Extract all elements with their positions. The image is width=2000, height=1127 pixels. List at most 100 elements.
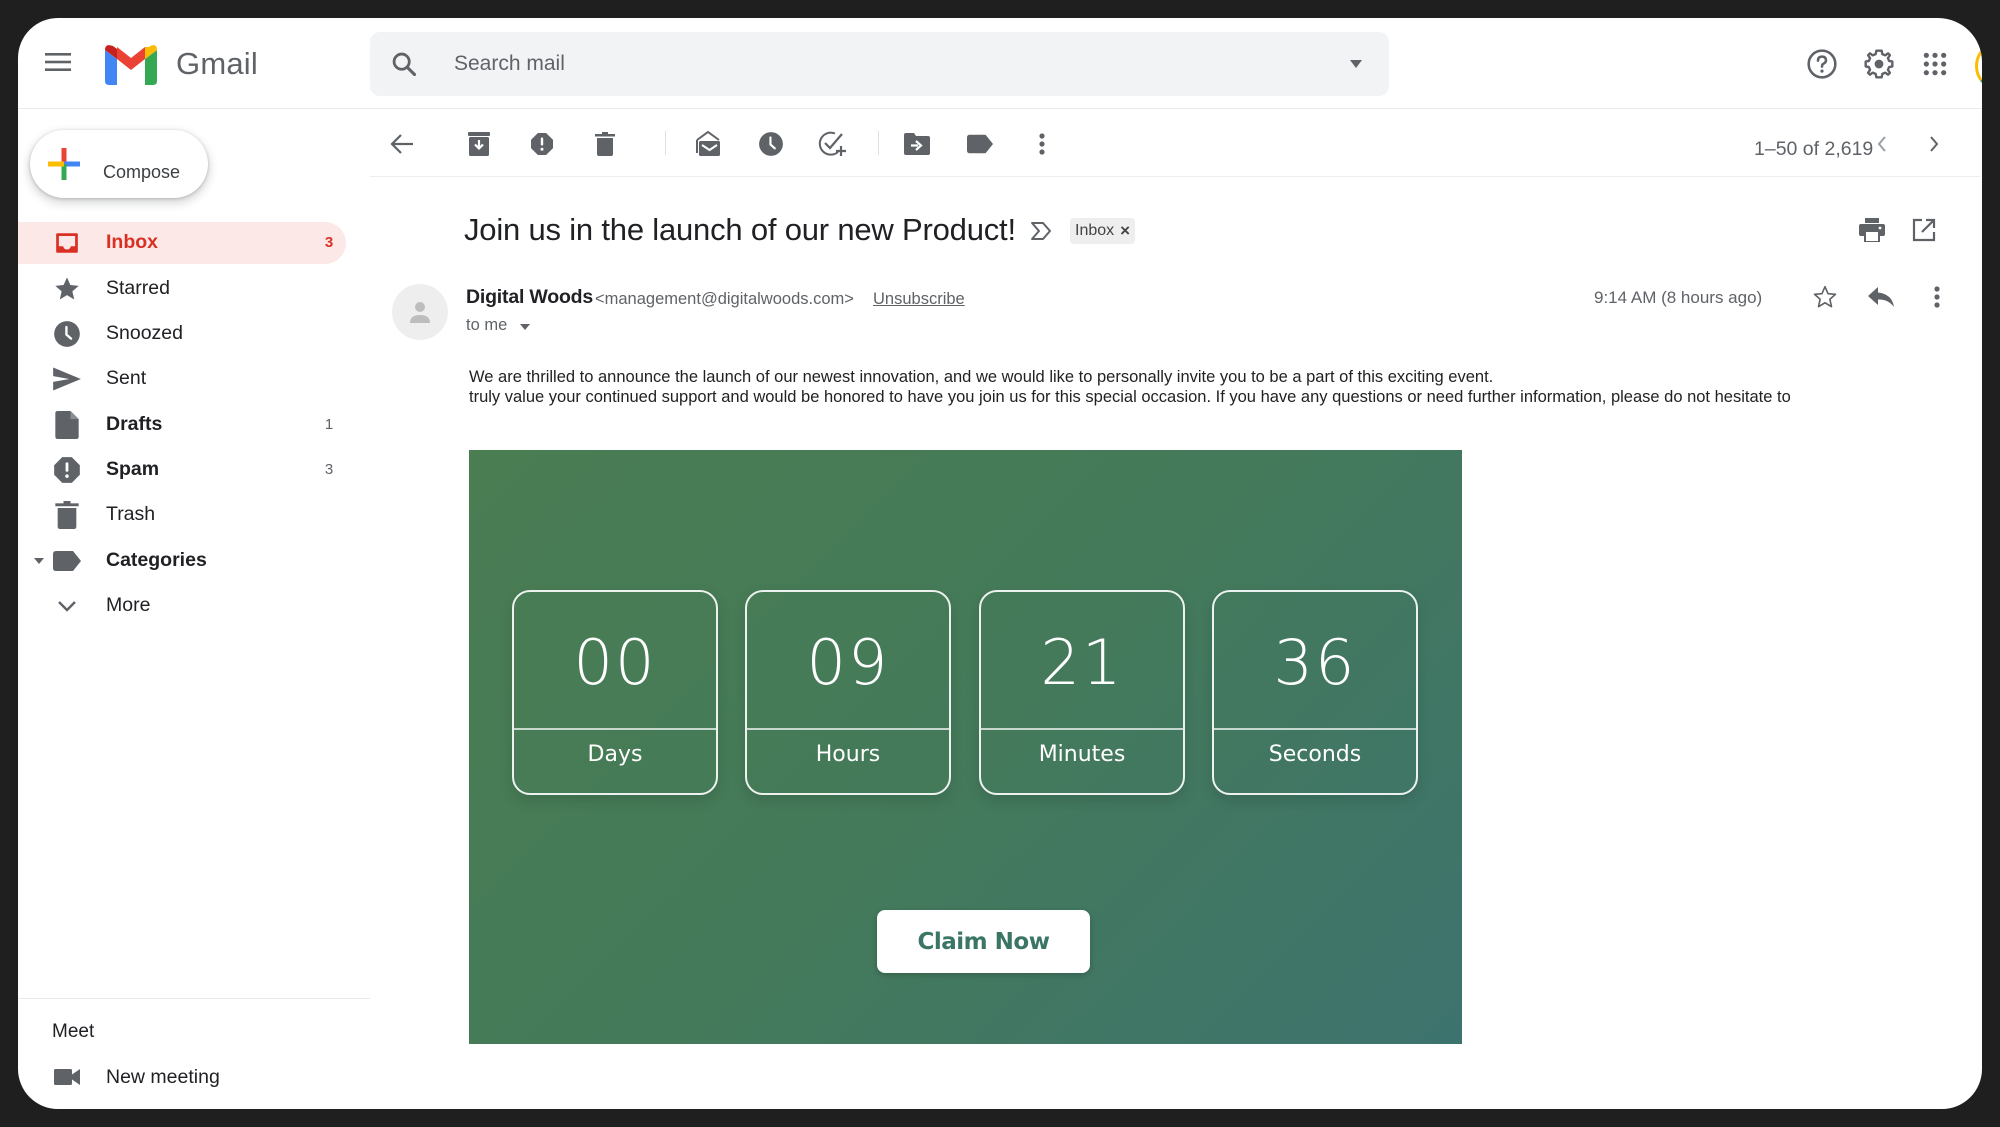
label-chip-inbox: Inbox × <box>1070 218 1136 244</box>
label-icon <box>52 546 82 576</box>
open-in-new-window-button[interactable] <box>1906 212 1942 248</box>
star-button[interactable] <box>1808 280 1842 314</box>
report-spam-button[interactable] <box>524 126 560 162</box>
search-options-button[interactable] <box>1342 50 1370 78</box>
gmail-wordmark: Gmail <box>176 46 258 81</box>
sidebar-item-label: More <box>106 594 151 616</box>
countdown-divider <box>981 728 1183 730</box>
caret-down-icon <box>519 316 530 335</box>
print-all-button[interactable] <box>1854 212 1890 248</box>
chevron-down-icon <box>52 591 82 621</box>
printer-icon <box>1859 218 1885 242</box>
inbox-icon <box>52 228 82 258</box>
recipient-details-toggle[interactable]: to me <box>466 316 530 335</box>
archive-button[interactable] <box>461 126 497 162</box>
email-body-line: We are thrilled to announce the launch o… <box>469 368 1494 386</box>
chevron-left-icon <box>1877 136 1887 152</box>
sidebar-item-label: Spam <box>106 458 160 480</box>
countdown-banner: 00 Days 09 Hours 21 Minutes 36 Seconds C… <box>469 450 1462 1044</box>
compose-plus-icon <box>46 146 82 182</box>
label-icon <box>967 134 993 154</box>
settings-button[interactable] <box>1861 46 1897 82</box>
support-button[interactable] <box>1804 46 1840 82</box>
countdown-divider <box>514 728 716 730</box>
account-avatar[interactable] <box>1975 46 1982 86</box>
back-button[interactable] <box>384 126 420 162</box>
claim-now-button[interactable]: Claim Now <box>877 910 1090 973</box>
countdown-hours: 09 Hours <box>745 590 951 795</box>
compose-label: Compose <box>103 162 181 182</box>
gmail-logo[interactable] <box>104 44 158 86</box>
gmail-window: Gmail Search mail Compose Inbox 3 Starre… <box>18 18 1982 1109</box>
search-button[interactable] <box>388 48 420 80</box>
sidebar-item-label: Trash <box>106 503 156 525</box>
reply-button[interactable] <box>1864 280 1898 314</box>
countdown-label: Seconds <box>1268 742 1362 767</box>
more-actions-button[interactable] <box>1024 126 1060 162</box>
countdown-divider <box>1214 728 1416 730</box>
importance-marker-icon <box>1030 221 1052 241</box>
move-to-button[interactable] <box>899 126 935 162</box>
mark-unread-icon <box>695 131 721 157</box>
sidebar-item-count: 1 <box>324 416 334 433</box>
star-icon <box>52 274 82 304</box>
new-meeting-label: New meeting <box>106 1066 220 1088</box>
message-more-button[interactable] <box>1920 280 1954 314</box>
chevron-right-icon <box>1929 136 1939 152</box>
toolbar-divider <box>370 176 1980 177</box>
hamburger-menu-icon <box>45 52 71 72</box>
mark-unread-button[interactable] <box>690 126 726 162</box>
countdown-seconds: 36 Seconds <box>1212 590 1418 795</box>
main-menu-button[interactable] <box>40 44 76 80</box>
countdown-days: 00 Days <box>512 590 718 795</box>
email-subject: Join us in the launch of our new Product… <box>464 212 1016 247</box>
labels-button[interactable] <box>962 126 998 162</box>
more-vertical-icon <box>1934 286 1940 308</box>
unsubscribe-link[interactable]: Unsubscribe <box>873 290 965 309</box>
sidebar-item-label: Inbox <box>106 231 158 253</box>
expand-categories-icon[interactable] <box>32 554 46 568</box>
countdown-label: Days <box>587 742 643 767</box>
sender-email: <management@digitalwoods.com> <box>595 290 854 308</box>
gmail-logo-icon <box>105 45 157 85</box>
search-input[interactable]: Search mail <box>454 52 565 76</box>
sidebar-item-label: Categories <box>106 549 207 571</box>
email-body-line: truly value your continued support and w… <box>469 388 1791 406</box>
pagination-label: 1–50 of 2,619 <box>1754 138 1874 160</box>
snooze-button[interactable] <box>753 126 789 162</box>
video-camera-icon <box>52 1062 82 1092</box>
help-icon <box>1806 48 1838 80</box>
remove-label-button[interactable]: × <box>1120 221 1130 241</box>
sidebar-item-count: 3 <box>324 234 334 251</box>
sidebar-item-label: Drafts <box>106 413 163 435</box>
newer-button[interactable] <box>1870 132 1894 156</box>
add-to-tasks-button[interactable] <box>815 126 851 162</box>
google-apps-button[interactable] <box>1917 46 1953 82</box>
countdown-minutes: 21 Minutes <box>979 590 1185 795</box>
spam-icon <box>52 455 82 485</box>
sidebar-item-label: Starred <box>106 277 170 299</box>
clock-icon <box>52 319 82 349</box>
search-icon <box>390 50 418 78</box>
add-task-icon <box>818 130 848 158</box>
arrow-back-icon <box>390 133 414 155</box>
sender-name[interactable]: Digital Woods <box>466 286 593 309</box>
countdown-divider <box>747 728 949 730</box>
clock-icon <box>758 131 784 157</box>
countdown-label: Hours <box>815 742 881 767</box>
delete-button[interactable] <box>587 126 623 162</box>
trash-icon <box>595 132 615 156</box>
countdown-value: 00 <box>573 626 657 699</box>
countdown-value: 36 <box>1273 626 1357 699</box>
older-button[interactable] <box>1922 132 1946 156</box>
header-divider <box>18 108 1982 109</box>
sender-avatar[interactable] <box>392 284 448 340</box>
apps-grid-icon <box>1922 51 1948 77</box>
gear-icon <box>1863 48 1895 80</box>
toolbar-separator <box>878 131 879 155</box>
sidebar-item-label: Sent <box>106 367 147 389</box>
spam-icon <box>530 132 554 156</box>
importance-marker-button[interactable] <box>1028 218 1054 244</box>
send-icon <box>52 364 82 394</box>
more-vertical-icon <box>1039 133 1045 155</box>
